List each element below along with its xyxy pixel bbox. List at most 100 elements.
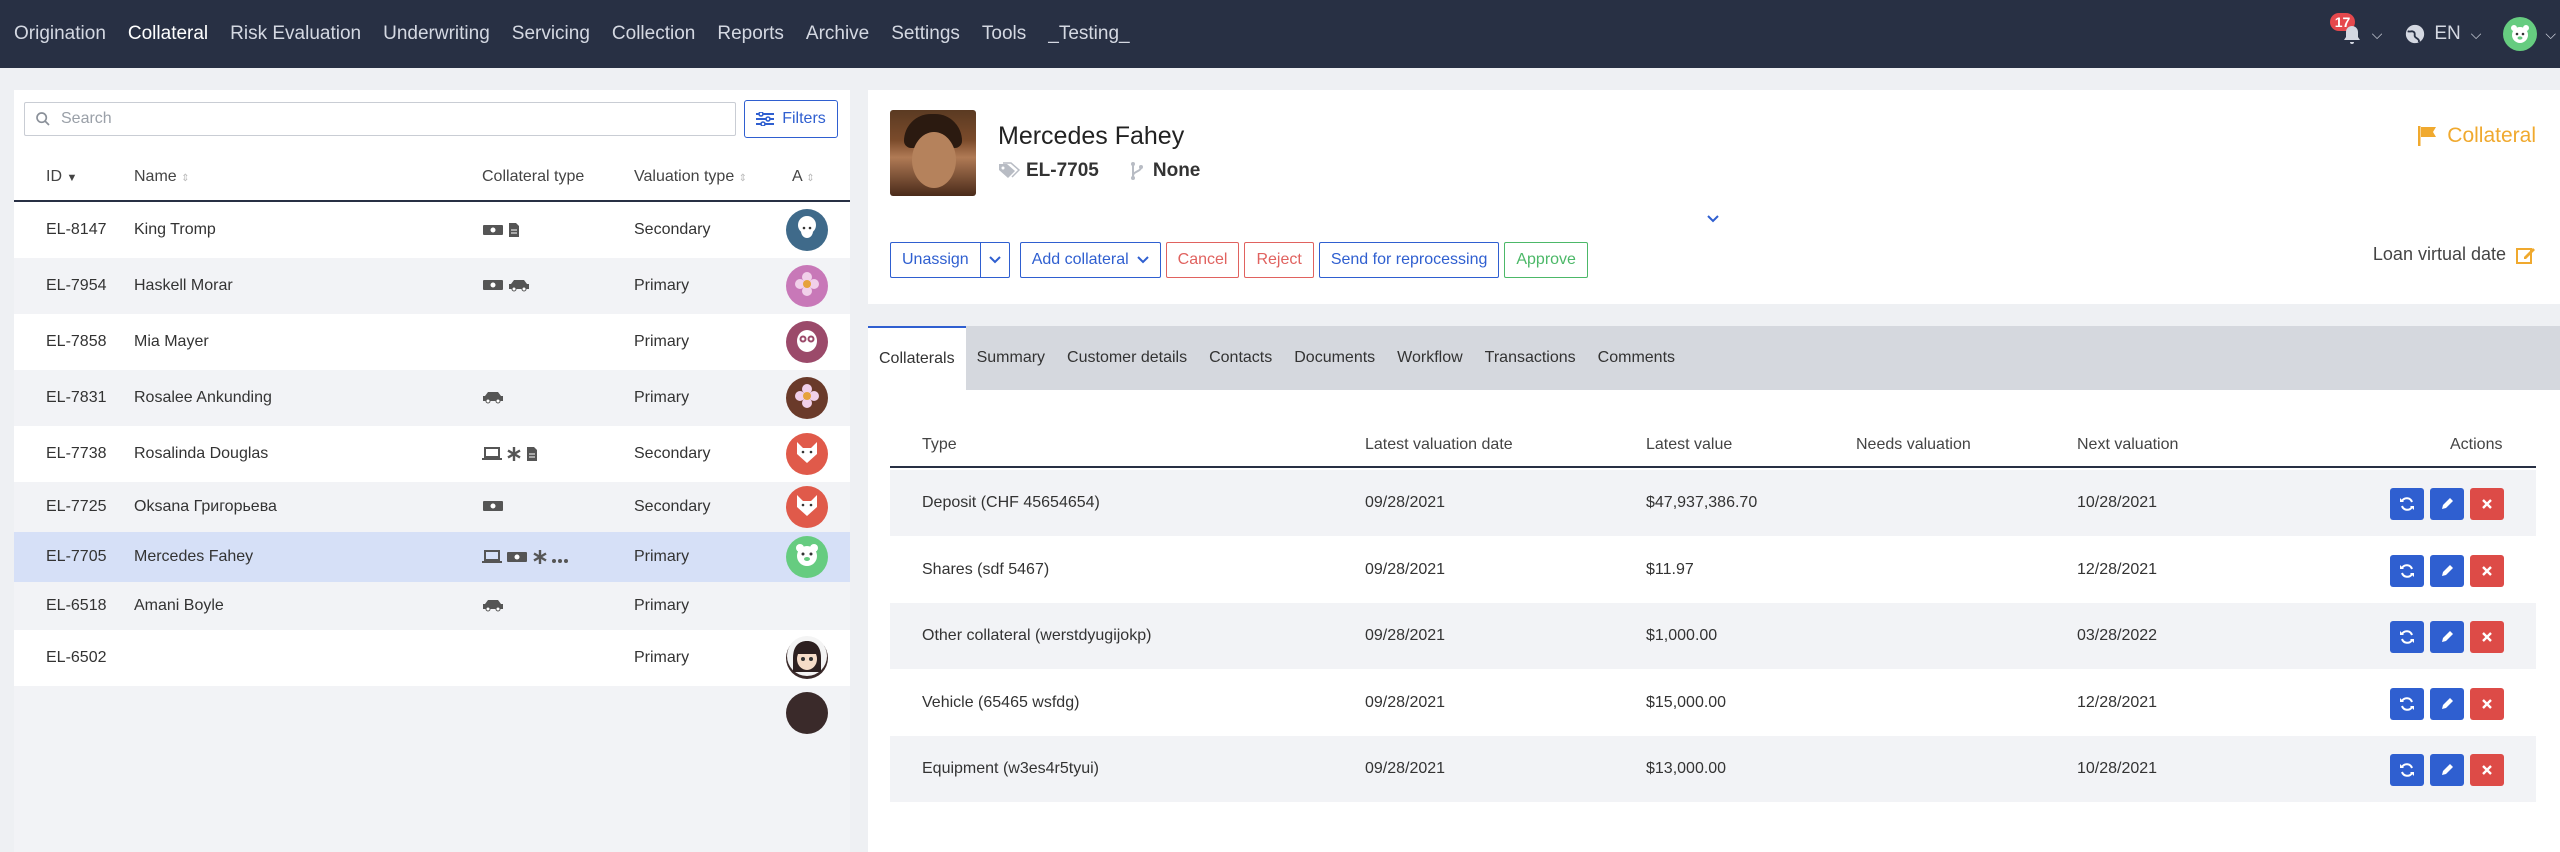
list-item[interactable]: EL-7858 Mia Mayer Primary (14, 314, 850, 370)
chevron-down-icon (988, 256, 1001, 264)
nav-item-servicing[interactable]: Servicing (512, 0, 590, 68)
cell-latest-valuation-date: 09/28/2021 (1365, 760, 1446, 777)
revalue-button[interactable] (2390, 554, 2424, 587)
customer-detail-card: Mercedes Fahey EL-7705 None Collateral U… (868, 90, 2560, 304)
item-name: Mia Mayer (134, 333, 209, 350)
add-collateral-button[interactable]: Add collateral (1019, 242, 1161, 278)
header-id[interactable]: ID ▼ (46, 168, 77, 186)
avatar (786, 486, 828, 528)
customer-photo (890, 110, 976, 196)
nav-item-collection[interactable]: Collection (612, 0, 695, 68)
edit-button[interactable] (2430, 621, 2464, 653)
tab-transactions[interactable]: Transactions (1474, 326, 1587, 390)
cell-next-valuation: 10/28/2021 (2077, 760, 2158, 777)
tab-collaterals[interactable]: Collaterals (868, 326, 966, 390)
list-item[interactable]: EL-7831 Rosalee Ankunding Primary (14, 370, 850, 426)
list-item[interactable]: EL-6502 Primary (14, 630, 850, 686)
delete-button[interactable] (2470, 554, 2504, 587)
asterisk-icon (532, 549, 548, 570)
header-avatar[interactable]: A ⇕ (792, 168, 815, 186)
car-icon (508, 278, 530, 297)
tab-summary[interactable]: Summary (966, 326, 1056, 390)
search-input[interactable] (61, 110, 711, 128)
send-for-reprocessing-button[interactable]: Send for reprocessing (1318, 242, 1500, 278)
tab-documents[interactable]: Documents (1283, 326, 1386, 390)
item-name: Haskell Morar (134, 277, 233, 294)
tab-workflow[interactable]: Workflow (1386, 326, 1474, 390)
edit-button[interactable] (2430, 488, 2464, 520)
list-item[interactable]: EL-7705 Mercedes Fahey Primary (14, 532, 850, 582)
chevron-down-icon[interactable]: ⌵ (2545, 26, 2556, 43)
nav-item-underwriting[interactable]: Underwriting (383, 0, 490, 68)
list-item[interactable]: EL-8147 King Tromp Secondary (14, 202, 850, 258)
edit-button[interactable] (2430, 554, 2464, 587)
col-latest-valuation-date: Latest valuation date (1365, 436, 1513, 453)
cell-type: Other collateral (werstdyugijokp) (922, 627, 1152, 644)
cell-type: Vehicle (65465 wsfdg) (922, 693, 1080, 711)
girl-icon (787, 635, 827, 681)
close-icon (2482, 632, 2492, 642)
edit-button[interactable] (2430, 687, 2464, 720)
delete-button[interactable] (2470, 488, 2504, 520)
edit-icon[interactable] (2516, 245, 2536, 265)
row-actions (2390, 687, 2504, 720)
cell-latest-value: $1,000.00 (1646, 627, 1718, 644)
cell-type: Shares (sdf 5467) (922, 560, 1050, 578)
item-id: EL-7858 (46, 333, 107, 350)
delete-button[interactable] (2470, 754, 2504, 786)
reject-button[interactable]: Reject (1244, 242, 1314, 278)
nav-item-risk-evaluation[interactable]: Risk Evaluation (230, 0, 361, 68)
nav-item-settings[interactable]: Settings (891, 0, 960, 68)
revalue-button[interactable] (2390, 687, 2424, 720)
filters-button[interactable]: Filters (744, 100, 838, 138)
cell-latest-valuation-date: 09/28/2021 (1365, 494, 1446, 511)
unassign-dropdown-toggle[interactable] (979, 242, 1010, 278)
item-id: EL-7738 (46, 445, 107, 462)
loan-id: EL-7705 (1026, 160, 1099, 181)
revalue-button[interactable] (2390, 754, 2424, 786)
pencil-icon (2442, 498, 2453, 509)
cell-latest-value: $13,000.00 (1646, 760, 1727, 777)
tab-contacts[interactable]: Contacts (1198, 326, 1283, 390)
tab-customer-details[interactable]: Customer details (1056, 326, 1198, 390)
header-valuation-type[interactable]: Valuation type ⇕ (634, 168, 747, 186)
item-valuation-type: Primary (634, 649, 690, 666)
list-item[interactable]: EL-7738 Rosalinda Douglas Secondary (14, 426, 850, 482)
header-name[interactable]: Name ⇕ (134, 168, 190, 186)
language-selector[interactable]: EN ⌵ (2404, 23, 2481, 45)
close-icon (2482, 765, 2492, 775)
user-avatar[interactable] (2503, 17, 2538, 51)
collateral-type-icons (482, 446, 538, 467)
nav-item-tools[interactable]: Tools (982, 0, 1026, 68)
nav-item-testing[interactable]: _Testing_ (1048, 0, 1129, 68)
nav-item-archive[interactable]: Archive (806, 0, 869, 68)
collateral-type-icons (482, 499, 504, 518)
notifications-button[interactable]: 17 (2329, 13, 2366, 49)
revalue-button[interactable] (2390, 488, 2424, 520)
item-name: Rosalinda Douglas (134, 445, 269, 462)
flower-icon (793, 270, 821, 303)
list-item[interactable]: EL-6518 Amani Boyle Primary (14, 582, 850, 630)
list-item[interactable] (14, 686, 850, 852)
unassign-button[interactable]: Unassign (890, 242, 980, 278)
tab-comments[interactable]: Comments (1587, 326, 1686, 390)
header-collateral-type[interactable]: Collateral type (482, 168, 584, 186)
nav-item-origination[interactable]: Origination (14, 0, 106, 68)
col-type: Type (922, 436, 957, 453)
expand-chevron-button[interactable] (1702, 208, 1724, 230)
nav-item-reports[interactable]: Reports (717, 0, 784, 68)
item-id: EL-7831 (46, 389, 107, 406)
delete-button[interactable] (2470, 687, 2504, 720)
table-row: Shares (sdf 5467) 09/28/2021 $11.97 12/28/2… (890, 537, 2536, 603)
nav-item-collateral[interactable]: Collateral (128, 0, 208, 68)
cancel-button[interactable]: Cancel (1165, 242, 1240, 278)
edit-button[interactable] (2430, 754, 2464, 786)
list-item[interactable]: EL-7954 Haskell Morar Primary (14, 258, 850, 314)
chevron-down-icon[interactable]: ⌵ (2372, 26, 2383, 43)
approve-button[interactable]: Approve (1504, 242, 1588, 278)
delete-button[interactable] (2470, 621, 2504, 653)
revalue-button[interactable] (2390, 621, 2424, 653)
language-code: EN (2434, 23, 2461, 44)
list-item[interactable]: EL-7725 Oksana Григорьева Secondary (14, 482, 850, 532)
row-actions (2390, 554, 2504, 587)
